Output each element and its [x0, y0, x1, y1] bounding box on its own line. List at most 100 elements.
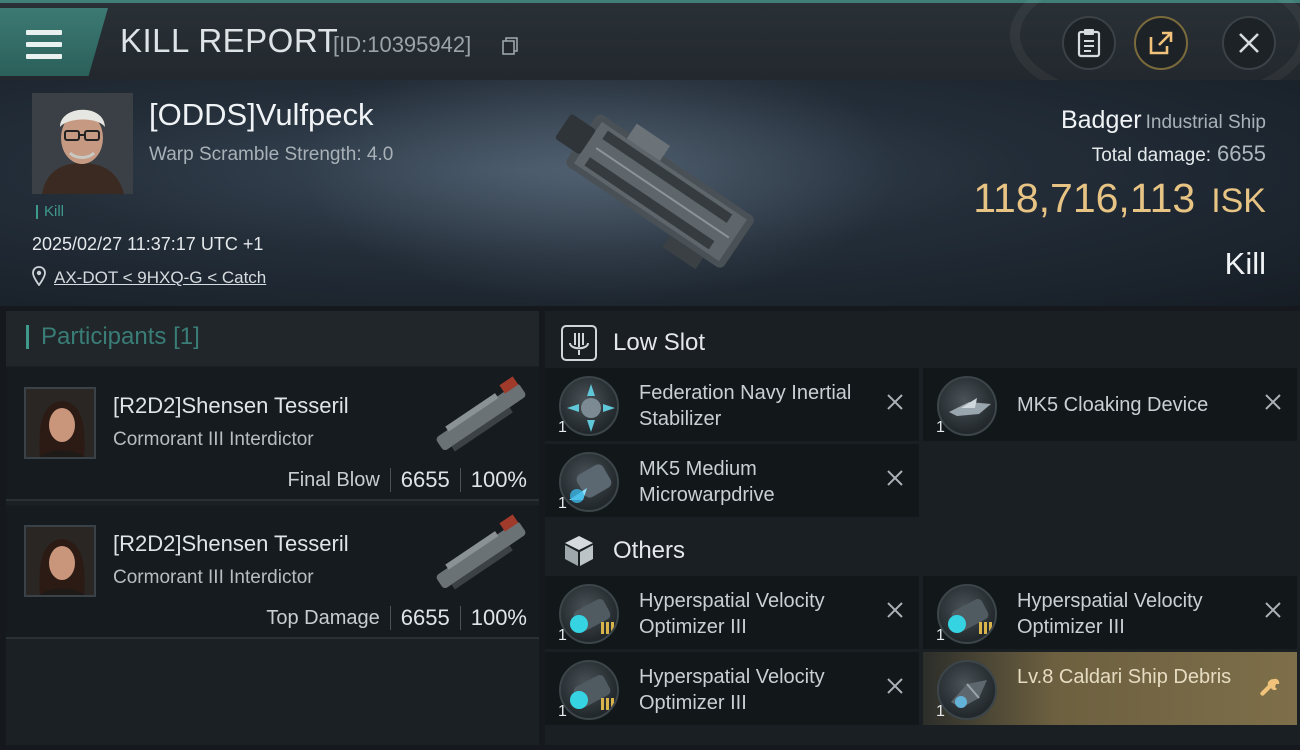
module-card[interactable]: 1 Federation Navy Inertial Stabilizer	[545, 368, 919, 441]
report-id: [ID:10395942]	[333, 32, 472, 57]
participants-panel: Participants [1] [R2D2]Shensen Tesseril …	[6, 311, 539, 745]
close-x-icon[interactable]	[885, 392, 905, 412]
module-quantity: 1	[936, 419, 945, 436]
velocity-optimizer-icon	[559, 584, 619, 644]
attacker-ship: Cormorant III Interdictor	[113, 429, 314, 450]
location-link[interactable]: AX-DOT < 9HXQ-G < Catch	[54, 268, 266, 288]
participants-header: Participants [1]	[6, 311, 539, 366]
module-card-highlighted[interactable]: 1 Lv.8 Caldari Ship Debris	[923, 652, 1297, 725]
share-icon	[1149, 31, 1173, 55]
attacker-ship-image	[436, 376, 526, 452]
module-card[interactable]: 1 Hyperspatial Velocity Optimizer III	[923, 576, 1297, 649]
attacker-role: Top Damage	[266, 606, 380, 629]
others-header: Others	[545, 521, 1300, 576]
module-quantity: 1	[558, 419, 567, 436]
module-name: Hyperspatial Velocity Optimizer III	[1017, 590, 1203, 638]
low-slot-icon	[561, 325, 597, 361]
total-damage-label: Total damage:	[1091, 145, 1212, 166]
divider	[459, 606, 461, 630]
attacker-name[interactable]: [R2D2]Shensen Tesseril	[113, 393, 349, 419]
participants-title: Participants [1]	[26, 325, 200, 349]
module-quantity: 1	[936, 703, 945, 720]
cloaking-device-icon	[937, 376, 997, 436]
module-name: MK5 Cloaking Device	[1017, 394, 1209, 416]
isk-amount: 118,716,113	[973, 175, 1196, 221]
module-card[interactable]: 1 MK5 Medium Microwarpdrive	[545, 444, 919, 517]
divider	[389, 468, 391, 492]
module-name: Federation Navy Inertial Stabilizer	[639, 382, 852, 430]
module-quantity: 1	[936, 627, 945, 644]
kill-result: Kill	[1224, 246, 1266, 281]
others-label: Others	[613, 537, 686, 564]
participants-label: Participants	[41, 323, 167, 350]
close-x-icon[interactable]	[1263, 392, 1283, 412]
copy-icon[interactable]	[502, 37, 518, 55]
ship-type-name[interactable]: Badger	[1061, 106, 1142, 134]
module-name: Hyperspatial Velocity Optimizer III	[639, 666, 825, 714]
victim-portrait[interactable]	[32, 93, 133, 194]
clipboard-icon	[1077, 29, 1101, 58]
kill-time: 2025/02/27 11:37:17 UTC +1	[32, 234, 264, 254]
low-slot-label: Low Slot	[613, 329, 706, 356]
isk-value: 118,716,113 ISK	[973, 175, 1266, 222]
attacker-damage: 6655	[400, 605, 450, 630]
module-quantity: 1	[558, 703, 567, 720]
module-card[interactable]: 1 MK5 Cloaking Device	[923, 368, 1297, 441]
close-x-icon[interactable]	[1263, 600, 1283, 620]
attacker-stats: Top Damage 6655 100%	[266, 605, 527, 631]
kill-tag: Kill	[36, 204, 64, 219]
module-quantity: 1	[558, 495, 567, 512]
attacker-ship-image	[436, 514, 526, 590]
module-card[interactable]: 1 Hyperspatial Velocity Optimizer III	[545, 576, 919, 649]
attacker-stats: Final Blow 6655 100%	[287, 467, 527, 493]
kill-summary-panel: [ODDS]Vulfpeck Warp Scramble Strength: 4…	[0, 80, 1300, 306]
ship-name: Badger Industrial Ship	[1061, 106, 1266, 135]
module-name: Hyperspatial Velocity Optimizer III	[639, 590, 825, 638]
attacker-portrait[interactable]	[24, 525, 96, 597]
module-quantity: 1	[558, 627, 567, 644]
module-card[interactable]: 1 Hyperspatial Velocity Optimizer III	[545, 652, 919, 725]
divider	[389, 606, 391, 630]
divider	[459, 468, 461, 492]
close-icon	[1239, 33, 1259, 53]
warp-scramble-strength: Warp Scramble Strength: 4.0	[149, 144, 394, 165]
hamburger-menu-icon	[26, 30, 62, 60]
velocity-optimizer-icon	[559, 660, 619, 720]
victim-ship-image	[555, 114, 754, 270]
ship-class: Industrial Ship	[1145, 112, 1266, 133]
wrench-icon[interactable]	[1259, 676, 1283, 700]
attacker-ship: Cormorant III Interdictor	[113, 567, 314, 588]
attacker-role: Final Blow	[287, 468, 380, 491]
attacker-damage: 6655	[400, 467, 450, 492]
share-button[interactable]	[1134, 16, 1188, 70]
close-x-icon[interactable]	[885, 468, 905, 488]
attacker-percent: 100%	[470, 467, 527, 492]
low-slot-header: Low Slot	[545, 313, 1300, 368]
attacker-percent: 100%	[470, 605, 527, 630]
ship-debris-icon	[937, 660, 997, 720]
velocity-optimizer-icon	[937, 584, 997, 644]
isk-currency: ISK	[1211, 182, 1266, 220]
module-name: Lv.8 Caldari Ship Debris	[1017, 666, 1232, 688]
cube-icon	[565, 536, 593, 566]
inertial-stabilizer-icon	[559, 376, 619, 436]
menu-button[interactable]	[0, 8, 108, 76]
close-x-icon[interactable]	[885, 676, 905, 696]
participant-row[interactable]: [R2D2]Shensen Tesseril Cormorant III Int…	[6, 367, 539, 501]
microwarpdrive-icon	[559, 452, 619, 512]
total-damage: Total damage: 6655	[1092, 141, 1266, 167]
attacker-name[interactable]: [R2D2]Shensen Tesseril	[113, 531, 349, 557]
fitting-panel: Low Slot 1 Federation Navy Inertial Stab…	[545, 311, 1300, 745]
attacker-portrait[interactable]	[24, 387, 96, 459]
total-damage-value: 6655	[1217, 141, 1266, 166]
location-pin-icon	[32, 266, 46, 286]
victim-name[interactable]: [ODDS]Vulfpeck	[149, 97, 374, 133]
participant-row[interactable]: [R2D2]Shensen Tesseril Cormorant III Int…	[6, 505, 539, 639]
page-title: KILL REPORT	[120, 22, 339, 59]
close-button[interactable]	[1222, 16, 1276, 70]
top-bar: KILL REPORT [ID:10395942]	[0, 0, 1300, 110]
close-x-icon[interactable]	[885, 600, 905, 620]
module-name: MK5 Medium Microwarpdrive	[639, 458, 775, 506]
clipboard-button[interactable]	[1062, 16, 1116, 70]
participants-count: [1]	[173, 323, 200, 350]
